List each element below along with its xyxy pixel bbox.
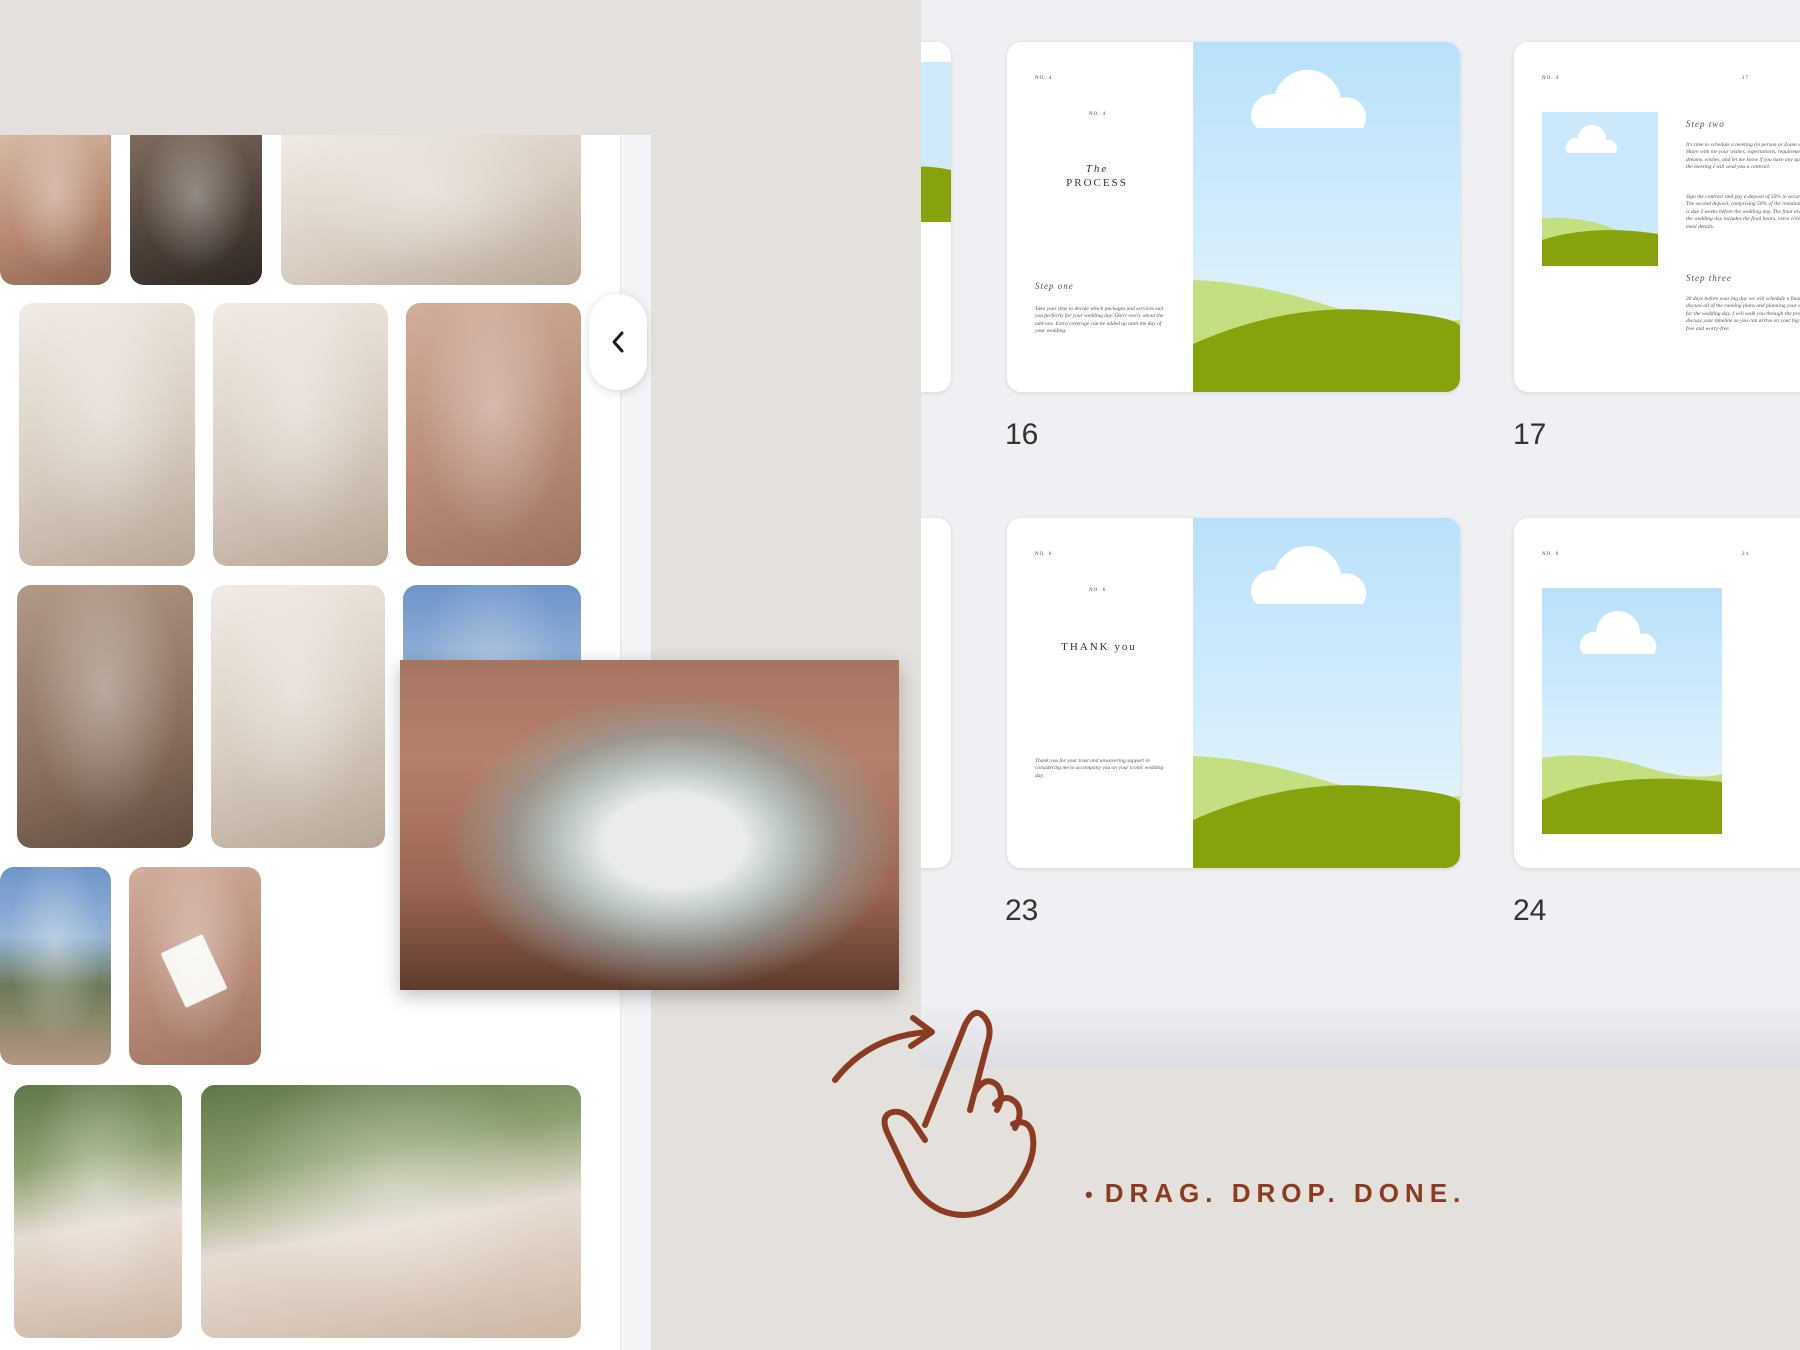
page-number-label: 23 <box>1005 894 1039 927</box>
page-thumbnail-partial-bottom[interactable] <box>921 518 951 868</box>
page-body-text: Take your time to decide which packages … <box>1035 306 1164 335</box>
chevron-left-icon <box>612 331 624 353</box>
page-number-label: 17 <box>1513 418 1547 451</box>
page-eyebrow: NO. 6 <box>1089 588 1107 593</box>
page-small-number: 17 <box>1742 76 1749 81</box>
pages-panel-bottom-edge <box>921 1000 1800 1070</box>
photo-invitation-card[interactable] <box>129 867 261 1065</box>
photo-venue-wall[interactable] <box>0 867 111 1065</box>
page-step-three-body: 30 days before your big day we will sche… <box>1686 296 1800 332</box>
landscape-placeholder-image <box>1542 588 1722 834</box>
page-title-line2: PROCESS <box>1066 177 1128 189</box>
page-thumbnail-partial-top[interactable] <box>921 42 951 392</box>
hand-pointer-icon <box>832 1009 1037 1218</box>
page-thumbnail-16[interactable]: NO. 4 16 BOOKING PROCESS NO. 4 The PROCE… <box>1007 42 1460 392</box>
tagline-text: DRAG. DROP. DONE. <box>1104 1178 1467 1208</box>
page-small-label: NO. 4 <box>1035 76 1053 81</box>
photo-bouquets[interactable] <box>406 303 581 566</box>
pages-grid-panel: NO. 4 16 BOOKING PROCESS NO. 4 The PROCE… <box>921 0 1800 1070</box>
page-title-line1: The <box>1085 163 1109 175</box>
page-eyebrow: NO. 4 <box>1089 112 1107 117</box>
photo-bridal-party[interactable] <box>201 1085 581 1338</box>
photo-couple-walking[interactable] <box>0 135 111 285</box>
page-small-label: NO. 6 <box>1035 552 1053 557</box>
page-number-label: 16 <box>1005 418 1039 451</box>
landscape-placeholder-image <box>1193 518 1460 868</box>
page-step-label: Step one <box>1035 281 1074 291</box>
photo-ring-exchange[interactable] <box>211 585 385 848</box>
photo-bridesmaids-line[interactable] <box>17 585 193 848</box>
page-thumbnail-23[interactable]: NO. 6 23 FROM ME TO YOU NO. 6 THANK you … <box>1007 518 1460 868</box>
invitation-card-shape <box>160 934 228 1008</box>
photo-floral-arrangement[interactable] <box>400 660 899 990</box>
page-number-label: 24 <box>1513 894 1547 927</box>
page-title: THANK you <box>1061 641 1137 653</box>
landscape-placeholder-image <box>1193 42 1460 392</box>
page-small-label: NO. 6 <box>1542 552 1560 557</box>
page-step-two-body-b: Sign the contract and pay a deposit of 5… <box>1686 194 1800 230</box>
photo-bride-friend[interactable] <box>14 1085 182 1338</box>
page-body-text: Thank you for your trust and unwavering … <box>1035 758 1164 779</box>
page-thumbnail-24[interactable]: NO. 6 24 <box>1514 518 1800 868</box>
photo-drum-kit[interactable] <box>130 135 262 285</box>
landscape-placeholder-image <box>921 62 951 222</box>
landscape-placeholder-image <box>1542 112 1658 266</box>
tagline-bullet: • <box>1085 1182 1093 1207</box>
page-step-two-body-a: It's time to schedule a meeting (in pers… <box>1686 142 1800 171</box>
photo-bride-stairs[interactable] <box>19 303 195 566</box>
page-step-two-label: Step two <box>1686 119 1725 129</box>
page-small-number: 24 <box>1742 552 1749 557</box>
page-small-label: NO. 4 <box>1542 76 1560 81</box>
page-step-three-label: Step three <box>1686 273 1732 283</box>
page-thumbnail-17[interactable]: NO. 4 17 Step two It's time to schedule … <box>1514 42 1800 392</box>
tagline: • DRAG. DROP. DONE. <box>1085 1178 1466 1209</box>
collapse-panel-button[interactable] <box>589 294 647 390</box>
photo-veil-detail[interactable] <box>213 303 388 566</box>
photo-stairs-couple[interactable] <box>281 135 581 285</box>
